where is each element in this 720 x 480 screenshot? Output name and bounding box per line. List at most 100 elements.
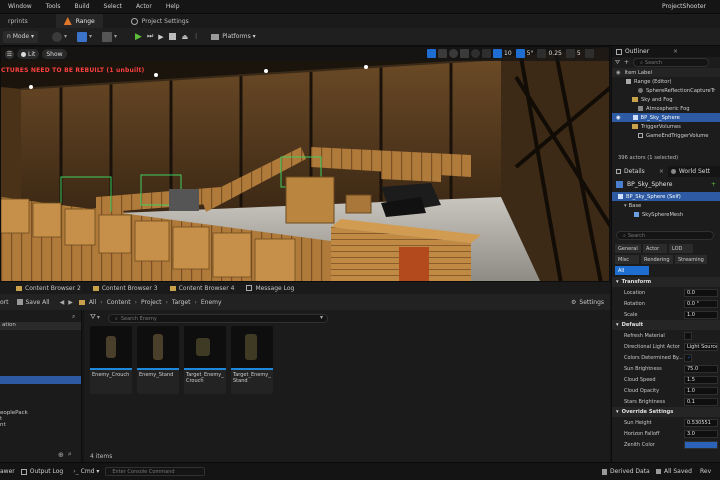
add-component-icon[interactable]: +	[711, 181, 716, 188]
cmd-selector[interactable]: ›_ Cmd ▾	[73, 468, 99, 475]
menu-build[interactable]: Build	[74, 3, 89, 10]
property-value[interactable]: 3.0	[684, 429, 718, 438]
filter-actor[interactable]: Actor	[643, 244, 667, 253]
section-default[interactable]: ▾ Default	[612, 320, 720, 330]
output-log-button[interactable]: Output Log	[20, 468, 63, 475]
sources-selected-row[interactable]	[0, 376, 81, 384]
outliner-row[interactable]: SphereReflectionCaptureTr	[612, 86, 720, 95]
section-transform[interactable]: ▾ Transform	[612, 277, 720, 287]
tab-range[interactable]: Range	[55, 14, 103, 28]
tab-world-settings[interactable]: World Sett	[668, 166, 713, 177]
outliner-row[interactable]: TriggerVolumes	[612, 122, 720, 131]
property-value[interactable]: 1.0	[684, 310, 718, 319]
skip-icon[interactable]: ⏭	[147, 32, 153, 41]
add-icon[interactable]: +	[624, 59, 629, 66]
property-value[interactable]: 0.0 °	[684, 299, 718, 308]
property-value[interactable]: 0.1	[684, 397, 718, 406]
angle-snap-icon[interactable]	[515, 49, 525, 58]
property-value[interactable]: 1.5	[684, 375, 718, 384]
menu-actor[interactable]: Actor	[136, 3, 152, 10]
breadcrumb-enemy[interactable]: Enemy	[201, 299, 222, 306]
property-checkbox[interactable]	[684, 331, 692, 340]
outliner-row[interactable]: Sky and Fog	[612, 95, 720, 104]
viewport-options-icon[interactable]: ☰	[5, 49, 14, 59]
asset-tile[interactable]: Target_Enemy_ Stand	[231, 326, 273, 394]
eject-icon[interactable]: ⏏	[182, 33, 189, 41]
settings-button[interactable]: ⚙ Settings	[571, 299, 604, 306]
component-row[interactable]: ▾ Base	[612, 201, 720, 210]
camera-speed-icon[interactable]	[565, 49, 575, 58]
revision-control-button[interactable]: Rev	[700, 468, 711, 475]
eye-icon[interactable]: ◉	[616, 70, 621, 76]
scale-icon[interactable]	[460, 49, 469, 58]
select-mode-icon[interactable]	[427, 49, 436, 58]
property-value[interactable]: 0.530551	[684, 418, 718, 427]
sources-tree-item[interactable]: ation	[0, 322, 81, 330]
outliner-row[interactable]: GameEndTriggerVolume	[612, 131, 720, 140]
tab-message-log[interactable]: Message Log	[240, 282, 300, 294]
outliner-search-input[interactable]: ⌕ Search	[633, 58, 710, 67]
tab-details[interactable]: Details ×	[612, 166, 668, 177]
property-value[interactable]: 0.0	[684, 288, 718, 297]
filter-rendering[interactable]: Rendering	[641, 255, 673, 264]
mode-selector[interactable]: n Mode ▾	[3, 30, 38, 43]
stop-icon[interactable]	[168, 33, 176, 40]
chevron-down-icon[interactable]: ▾	[320, 314, 323, 321]
eye-icon[interactable]: ◉	[616, 115, 621, 121]
filter-streaming[interactable]: Streaming	[675, 255, 707, 264]
breadcrumb-all[interactable]: All	[89, 299, 96, 306]
filter-icon[interactable]: ⛛	[90, 313, 96, 322]
forward-icon[interactable]: ▶	[68, 299, 73, 306]
tab-project-settings[interactable]: Project Settings	[123, 14, 197, 28]
add-circle-icon[interactable]: ⊕	[58, 451, 64, 459]
grid-snap-value[interactable]: 10	[504, 50, 512, 57]
component-row-selected[interactable]: BP_Sky_Sphere (Self)	[612, 192, 720, 201]
filter-lod[interactable]: LOD	[669, 244, 693, 253]
breadcrumb-project[interactable]: Project	[141, 299, 162, 306]
play-options-icon[interactable]: ▶	[158, 33, 163, 41]
rotate-icon[interactable]	[449, 49, 458, 58]
console-input[interactable]: Enter Console Command	[105, 467, 206, 476]
show-button[interactable]: Show	[42, 49, 67, 59]
asset-tile[interactable]: Enemy_Crouch	[90, 326, 132, 394]
angle-snap-value[interactable]: 5°	[527, 50, 534, 57]
derived-data-button[interactable]: Derived Data	[602, 468, 650, 475]
close-icon[interactable]: ×	[673, 48, 678, 55]
asset-search-input[interactable]: ⌕ Search Enemy	[108, 314, 328, 323]
tab-content-browser-3[interactable]: Content Browser 3	[87, 282, 164, 294]
blueprint-icon[interactable]	[77, 31, 87, 42]
camera-speed-value[interactable]: 5	[577, 50, 581, 57]
surface-snap-icon[interactable]	[482, 49, 491, 58]
outliner-row-selected[interactable]: ◉ BP_Sky_Sphere	[612, 113, 720, 122]
scale-snap-icon[interactable]	[537, 49, 547, 58]
cinematics-icon[interactable]	[102, 31, 113, 42]
save-all-button[interactable]: Save All	[16, 299, 50, 306]
level-viewport[interactable]: ☰ Lit Show 10 5° 0.25 5 CTURES NEED TO B…	[0, 46, 610, 282]
platforms-button[interactable]: Platforms ▾	[207, 31, 259, 43]
all-saved-button[interactable]: All Saved	[656, 468, 692, 475]
asset-tile[interactable]: Enemy_Stand	[137, 326, 179, 394]
tab-content-browser-4[interactable]: Content Browser 4	[164, 282, 241, 294]
filter-general[interactable]: General	[615, 244, 641, 253]
outliner-row[interactable]: Range (Editor)	[612, 77, 720, 86]
search-icon[interactable]: ⌕	[68, 450, 72, 459]
add-actor-icon[interactable]	[51, 31, 62, 42]
tab-blueprints[interactable]: rprints	[0, 14, 36, 28]
outliner-column-header[interactable]: ◉ Item Label	[612, 68, 720, 77]
search-icon[interactable]: ⌕	[72, 313, 75, 321]
property-color-swatch[interactable]	[684, 440, 718, 449]
asset-tile[interactable]: Target_Enemy_ Crouch	[184, 326, 226, 394]
breadcrumb-content[interactable]: Content	[107, 299, 131, 306]
import-button[interactable]: ort	[0, 299, 9, 306]
scale-snap-value[interactable]: 0.25	[548, 50, 561, 57]
property-checkbox[interactable]: ✓	[684, 353, 692, 362]
view-mode-button[interactable]: Lit	[17, 49, 40, 59]
property-value[interactable]: 75.0	[684, 364, 718, 373]
more-icon[interactable]: ⋮	[193, 33, 199, 40]
breadcrumb-target[interactable]: Target	[172, 299, 191, 306]
play-icon[interactable]: ▶	[135, 32, 142, 42]
menu-help[interactable]: Help	[166, 3, 180, 10]
menu-tools[interactable]: Tools	[46, 3, 61, 10]
translate-icon[interactable]	[438, 49, 447, 58]
content-drawer-button[interactable]: awer	[0, 468, 15, 475]
